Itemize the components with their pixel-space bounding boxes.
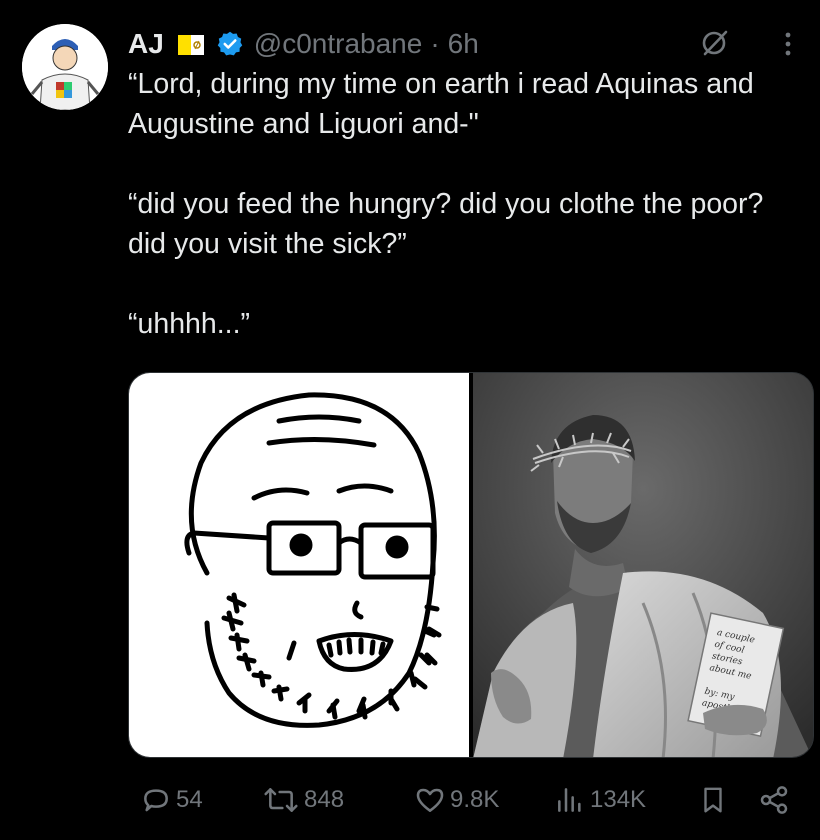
vatican-flag-icon <box>176 31 206 57</box>
post-text-paragraph-2: “did you feed the hungry? did you clothe… <box>128 188 764 260</box>
reply-count: 54 <box>176 786 203 813</box>
soyjak-drawing <box>184 392 442 728</box>
avatar-illustration <box>22 24 108 110</box>
post-text: “Lord, during my time on earth i read Aq… <box>128 64 808 344</box>
like-button[interactable]: 9.8K <box>410 784 499 816</box>
like-count: 9.8K <box>450 786 500 813</box>
post-media[interactable]: a couple of cool stories about me by: my… <box>128 372 814 758</box>
bookmark-button[interactable] <box>694 784 728 816</box>
share-button[interactable] <box>754 784 790 816</box>
repost-icon <box>262 784 300 816</box>
gigachad-jesus-image[interactable]: a couple of cool stories about me by: my… <box>473 373 813 757</box>
soyjak-image[interactable] <box>129 373 469 757</box>
post-header: AJ @c0ntrabane · 6h <box>128 24 804 64</box>
author-name[interactable]: AJ <box>128 26 164 62</box>
verified-badge-icon <box>216 30 244 58</box>
share-icon <box>758 784 790 816</box>
author-handle[interactable]: @c0ntrabane <box>254 26 423 62</box>
repost-button[interactable]: 848 <box>258 784 344 816</box>
more-options-icon[interactable] <box>778 28 798 60</box>
reply-button[interactable]: 54 <box>136 784 203 816</box>
post-text-paragraph-1: “Lord, during my time on earth i read Aq… <box>128 68 754 140</box>
avatar[interactable] <box>22 24 108 110</box>
views-chart-icon <box>554 784 586 816</box>
grok-icon[interactable] <box>700 28 730 58</box>
gigachad-jesus-photo: a couple of cool stories about me by: my… <box>473 373 813 757</box>
view-count: 134K <box>590 786 647 813</box>
bookmark-icon <box>698 784 728 816</box>
post-text-paragraph-3: “uhhhh...” <box>128 308 250 340</box>
repost-count: 848 <box>304 786 345 813</box>
post-time[interactable]: 6h <box>448 26 479 62</box>
heart-icon <box>414 784 446 816</box>
post-actions: 54 848 9.8K 134K <box>128 780 810 820</box>
separator: · <box>430 28 440 59</box>
views-button[interactable]: 134K <box>550 784 646 816</box>
reply-icon <box>140 784 172 816</box>
